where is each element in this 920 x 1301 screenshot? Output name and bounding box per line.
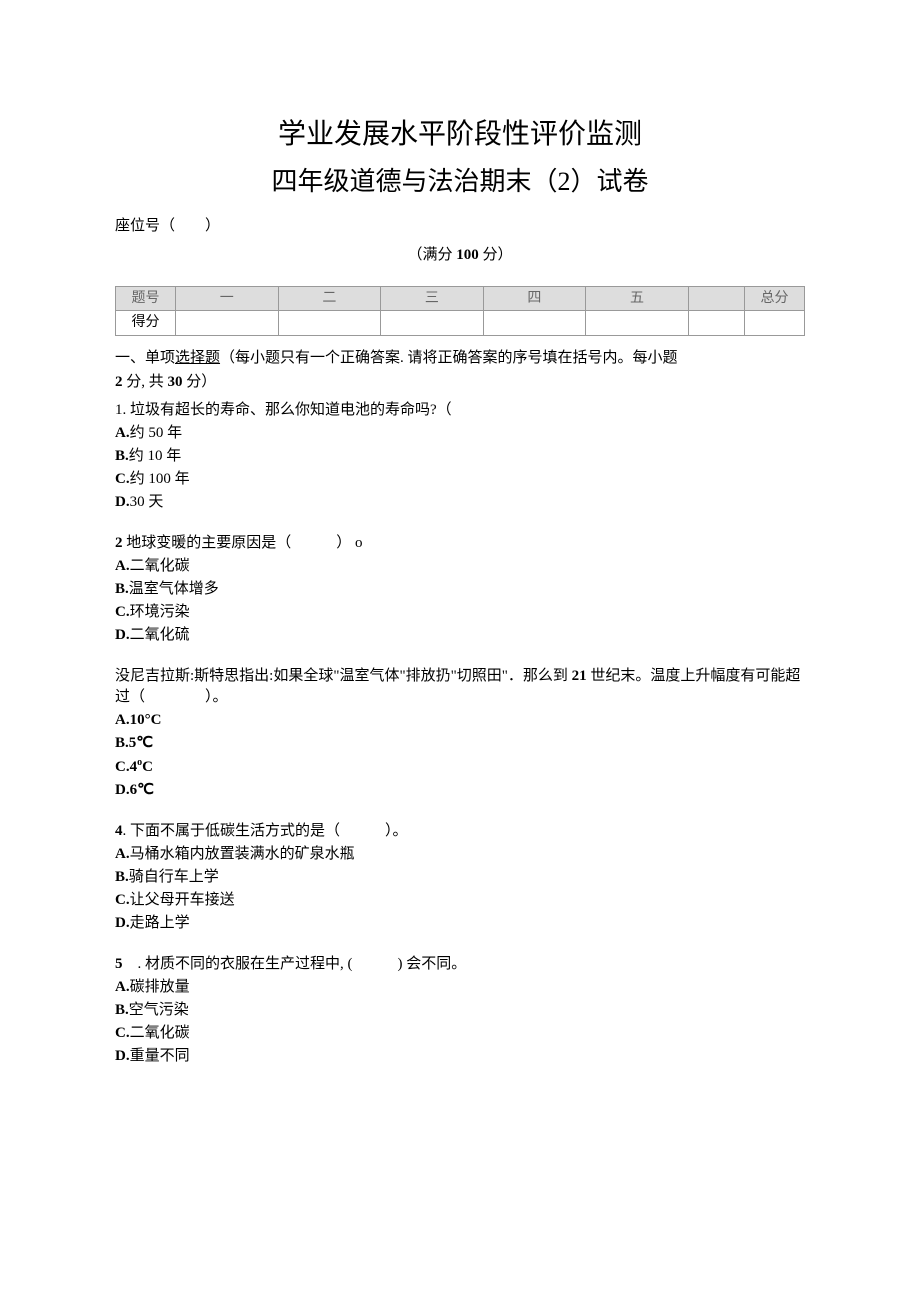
th-col: 二 — [278, 286, 381, 311]
question-2: 2 地球变暖的主要原因是（ ） o A.二氧化碳 B.温室气体增多 C.环境污染… — [115, 533, 805, 646]
q5-stem: 5 . 材质不同的衣服在生产过程中, ( ) 会不同。 — [115, 954, 805, 975]
q1-stem: 1. 垃圾有超长的寿命、那么你知道电池的寿命吗?（ — [115, 400, 805, 421]
question-3: 没尼吉拉斯:斯特思指出:如果全球"温室气体"排放扔"切照田"．那么到 21 世纪… — [115, 666, 805, 801]
td-cell — [688, 311, 744, 336]
td-cell — [586, 311, 689, 336]
intro-text: 一、单项 — [115, 350, 175, 366]
q5-opt-b: B.空气污染 — [115, 1000, 805, 1021]
question-4: 4. 下面不属于低碳生活方式的是（ ）。 A.马桶水箱内放置装满水的矿泉水瓶 B… — [115, 821, 805, 934]
q3-opt-a: A.10°C — [115, 710, 805, 731]
th-col: 四 — [483, 286, 586, 311]
full-mark: （满分 100 分） — [115, 245, 805, 266]
th-col: 五 — [586, 286, 689, 311]
q5-opt-a: A.碳排放量 — [115, 977, 805, 998]
q2-stem: 2 地球变暖的主要原因是（ ） o — [115, 533, 805, 554]
q1-opt-c: C.约 100 年 — [115, 469, 805, 490]
td-cell — [745, 311, 805, 336]
td-label: 得分 — [116, 311, 176, 336]
question-5: 5 . 材质不同的衣服在生产过程中, ( ) 会不同。 A.碳排放量 B.空气污… — [115, 954, 805, 1067]
th-col — [688, 286, 744, 311]
q4-opt-c: C.让父母开车接送 — [115, 890, 805, 911]
seat-number: 座位号（ ） — [115, 216, 805, 237]
table-row: 题号 一 二 三 四 五 总分 — [116, 286, 805, 311]
th-total: 总分 — [745, 286, 805, 311]
td-cell — [176, 311, 279, 336]
q5-opt-c: C.二氧化碳 — [115, 1023, 805, 1044]
td-cell — [278, 311, 381, 336]
q4-opt-b: B.骑自行车上学 — [115, 867, 805, 888]
intro-text: （每小题只有一个正确答案. 请将正确答案的序号填在括号内。每小题 — [220, 350, 678, 366]
td-cell — [483, 311, 586, 336]
q3-stem: 没尼吉拉斯:斯特思指出:如果全球"温室气体"排放扔"切照田"．那么到 21 世纪… — [115, 666, 805, 708]
q2-opt-c: C.环境污染 — [115, 602, 805, 623]
q3-opt-b: B.5℃ — [115, 733, 805, 754]
q3-opt-c: C.4oC — [115, 756, 805, 778]
q5-opt-d: D.重量不同 — [115, 1046, 805, 1067]
score-table: 题号 一 二 三 四 五 总分 得分 — [115, 286, 805, 336]
th-col: 一 — [176, 286, 279, 311]
q1-opt-a: A.约 50 年 — [115, 423, 805, 444]
q3-opt-d: D.6℃ — [115, 780, 805, 801]
section-1-intro: 一、单项选择题（每小题只有一个正确答案. 请将正确答案的序号填在括号内。每小题 … — [115, 346, 805, 394]
q2-opt-a: A.二氧化碳 — [115, 556, 805, 577]
title-line-1: 学业发展水平阶段性评价监测 — [115, 115, 805, 154]
q4-stem: 4. 下面不属于低碳生活方式的是（ ）。 — [115, 821, 805, 842]
question-1: 1. 垃圾有超长的寿命、那么你知道电池的寿命吗?（ A.约 50 年 B.约 1… — [115, 400, 805, 513]
intro-underline: 选择题 — [175, 350, 220, 366]
intro-text: 2 分, 共 30 分） — [115, 374, 216, 390]
q1-opt-d: D.30 天 — [115, 492, 805, 513]
q4-opt-d: D.走路上学 — [115, 913, 805, 934]
title-line-2: 四年级道德与法治期末（2）试卷 — [115, 164, 805, 200]
td-cell — [381, 311, 484, 336]
q2-opt-d: D.二氧化硫 — [115, 625, 805, 646]
table-row: 得分 — [116, 311, 805, 336]
q1-opt-b: B.约 10 年 — [115, 446, 805, 467]
q2-opt-b: B.温室气体增多 — [115, 579, 805, 600]
th-col: 三 — [381, 286, 484, 311]
th-label: 题号 — [116, 286, 176, 311]
q4-opt-a: A.马桶水箱内放置装满水的矿泉水瓶 — [115, 844, 805, 865]
